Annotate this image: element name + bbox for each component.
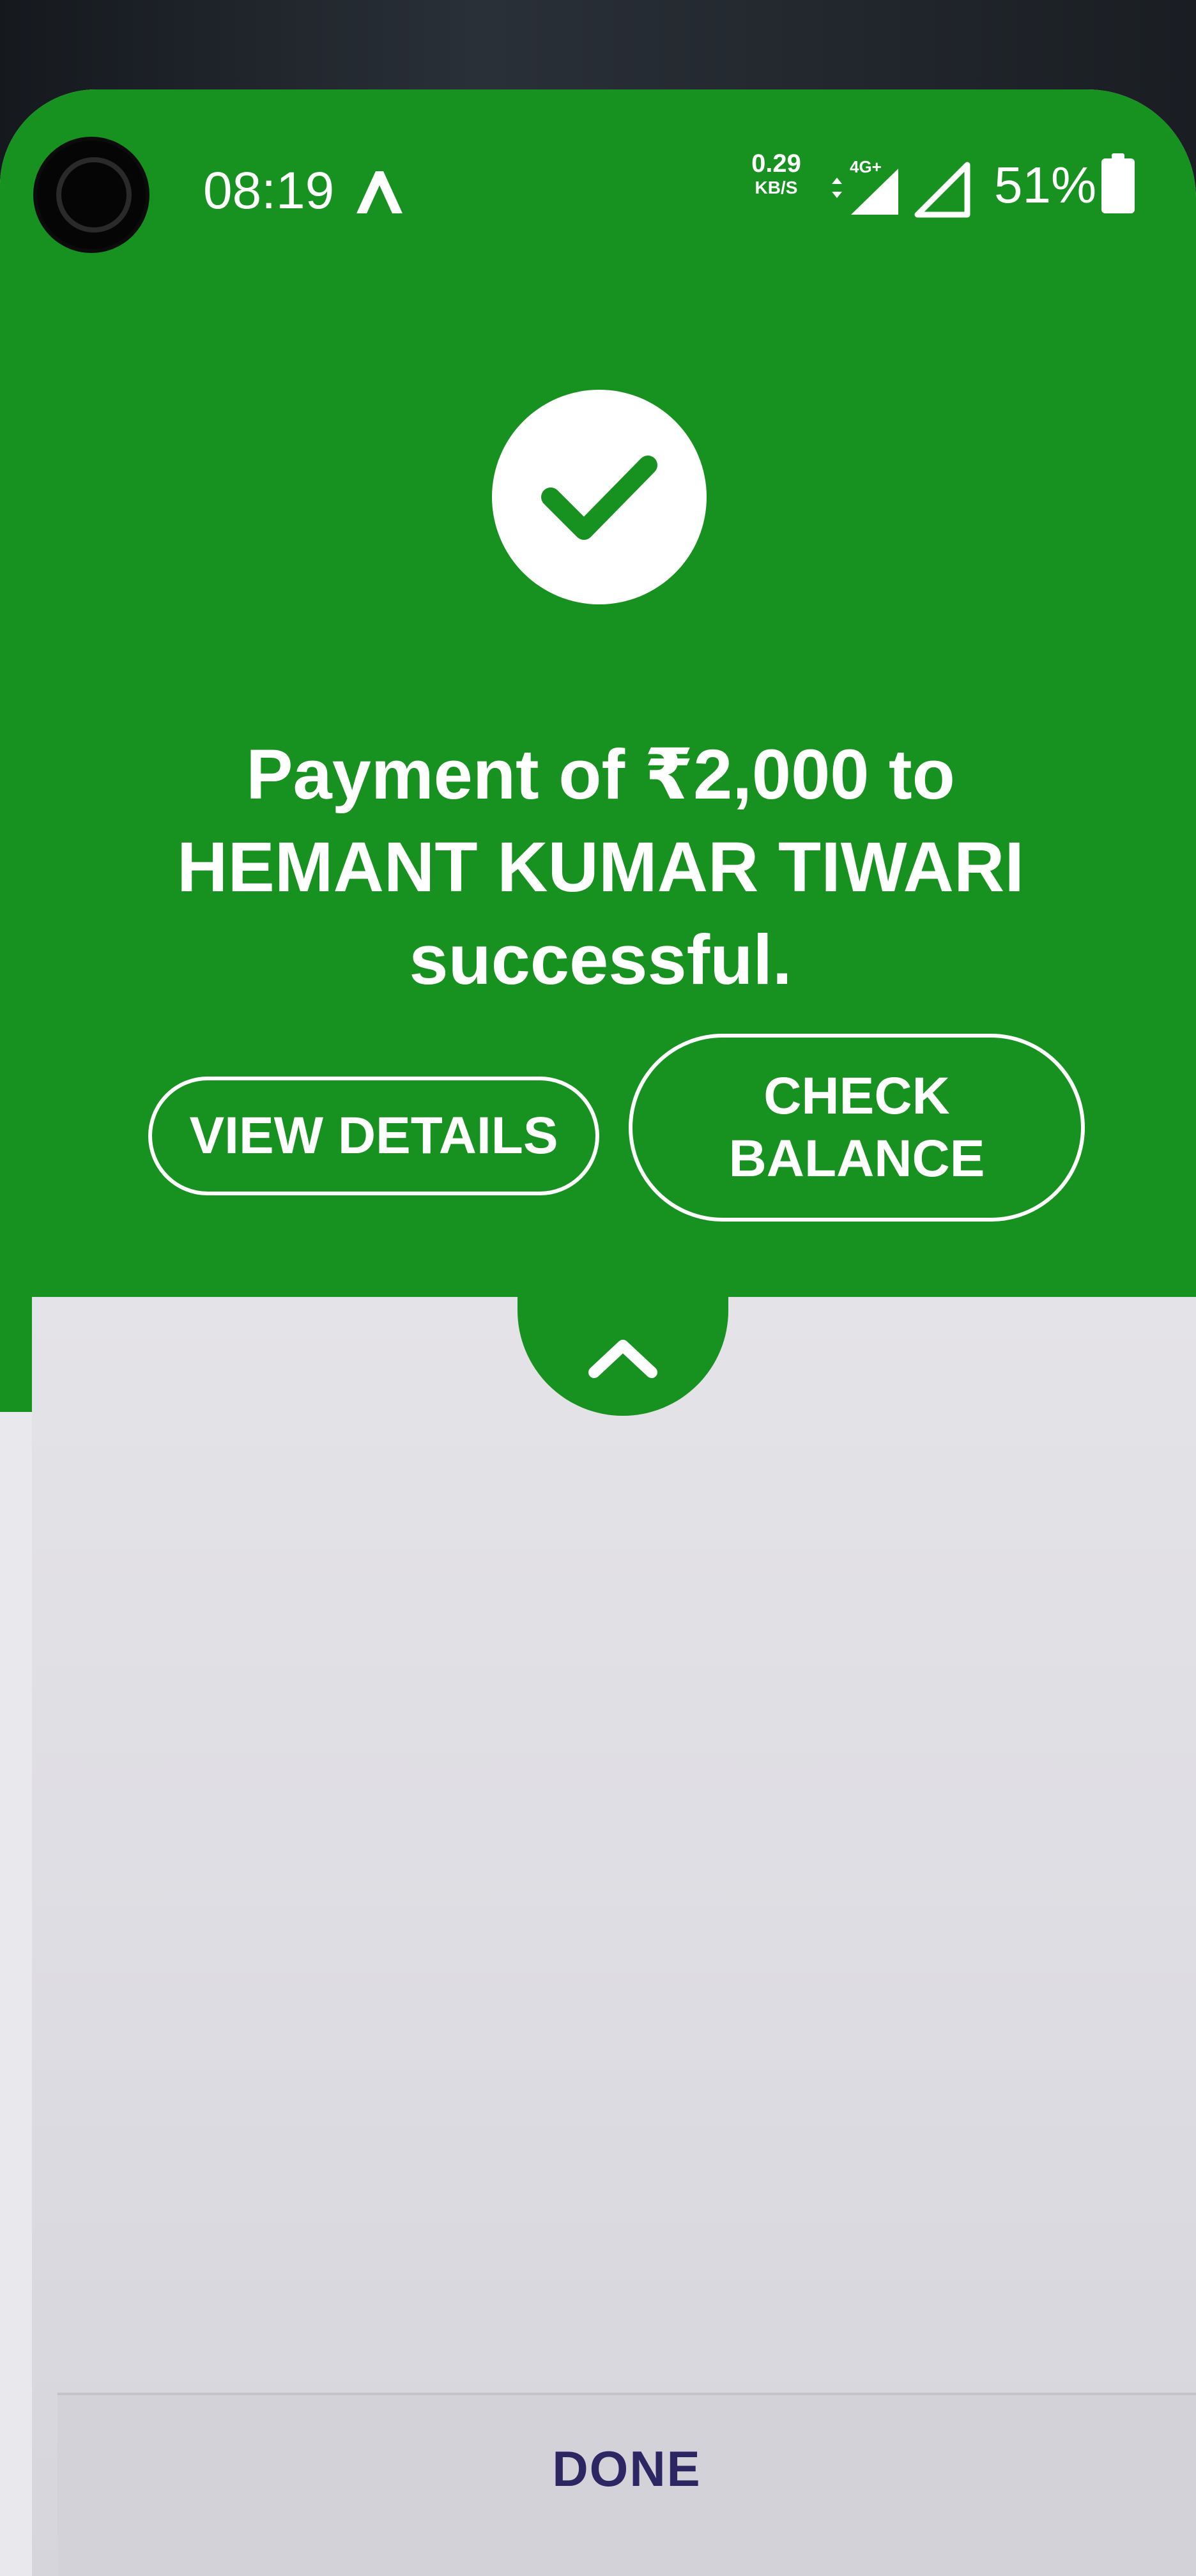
network-speed: 0.29 KB/S xyxy=(741,151,811,197)
battery-icon xyxy=(1101,153,1135,213)
bottom-action-bar: DONE xyxy=(57,2393,1196,2576)
view-details-button[interactable]: VIEW DETAILS xyxy=(148,1077,599,1195)
details-sheet xyxy=(32,1297,1196,2576)
success-check-badge xyxy=(492,390,707,604)
network-speed-value: 0.29 xyxy=(751,150,801,178)
status-time: 08:19 xyxy=(203,162,335,220)
check-balance-button[interactable]: CHECK BALANCE xyxy=(629,1034,1085,1222)
front-camera xyxy=(37,141,146,249)
message-line-1: Payment of ₹2,000 to xyxy=(246,735,955,814)
screen: 08:19 0.29 KB/S 4G+ 51% Payment of ₹2,00… xyxy=(0,89,1196,2576)
network-type-label: 4G+ xyxy=(850,157,882,176)
check-balance-label-line-1: CHECK xyxy=(763,1067,950,1125)
payment-success-message: Payment of ₹2,000 to HEMANT KUMAR TIWARI… xyxy=(102,728,1099,1006)
signal-icon xyxy=(914,162,970,218)
done-button[interactable]: DONE xyxy=(57,2395,1196,2542)
message-line-3: successful. xyxy=(409,921,792,999)
mobile-data-icon: 4G+ xyxy=(832,157,898,215)
status-bar: 08:19 0.29 KB/S 4G+ 51% xyxy=(0,89,1196,281)
success-header: 08:19 0.29 KB/S 4G+ 51% Payment of ₹2,00… xyxy=(0,89,1196,1412)
arrow-logo-icon xyxy=(356,171,402,213)
check-balance-label-line-2: BALANCE xyxy=(728,1130,985,1188)
message-line-2: HEMANT KUMAR TIWARI xyxy=(177,828,1024,907)
battery-percent: 51% xyxy=(994,157,1097,213)
network-speed-unit: KB/S xyxy=(755,178,798,197)
chevron-up-icon xyxy=(588,1340,657,1378)
check-icon xyxy=(541,456,657,540)
